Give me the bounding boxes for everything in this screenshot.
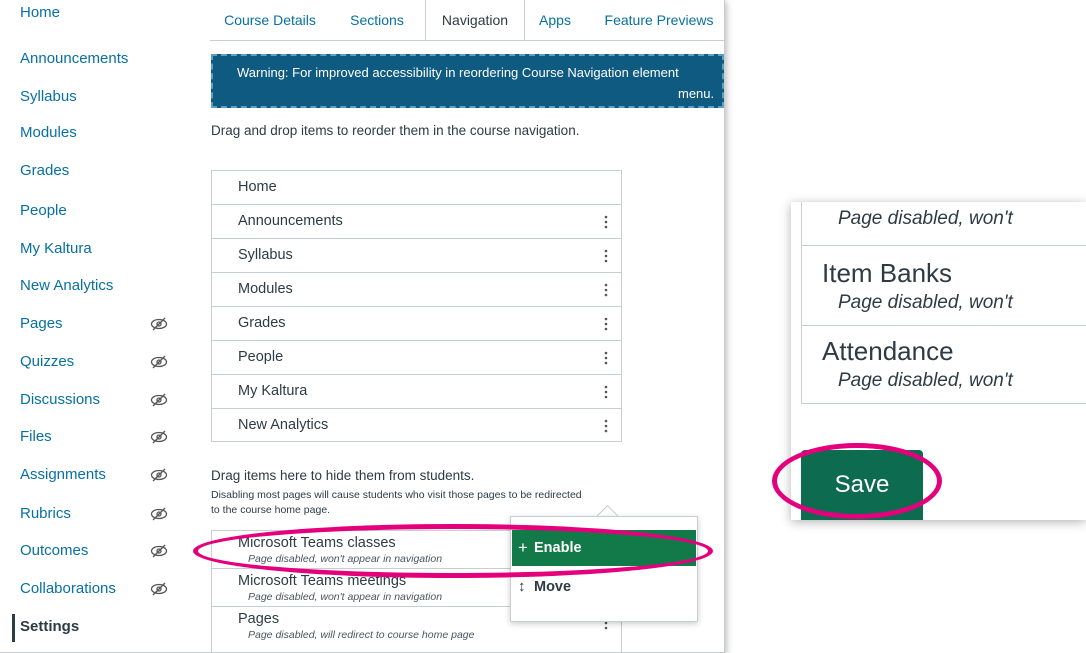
hidden-item-status: Page disabled, won't appear in navigatio… — [248, 553, 443, 565]
hidden-section-note: Disabling most pages will cause students… — [211, 489, 582, 501]
eye-slash-icon — [150, 468, 168, 482]
tab-course-details[interactable]: Course Details — [214, 0, 326, 40]
zoomed-row-status: Page disabled, won't — [838, 370, 1013, 391]
zoomed-row-label: Item Banks — [822, 258, 953, 288]
nav-item-modules[interactable]: Modules — [212, 273, 621, 307]
tab-apps[interactable]: Apps — [530, 0, 580, 40]
enable-menu-item[interactable]: + Enable — [512, 530, 696, 566]
nav-item-people[interactable]: People — [212, 341, 621, 375]
sidebar-item-pages[interactable]: Pages — [20, 309, 63, 339]
zoomed-save-panel: Page disabled, won't Item Banks Page dis… — [791, 202, 1086, 520]
move-arrows-icon: ↕ — [518, 578, 526, 595]
nav-item-label: People — [238, 349, 284, 365]
warning-text: Warning: For improved accessibility in r… — [237, 65, 679, 80]
item-options-menu: + Enable ↕ Move — [510, 516, 698, 622]
eye-slash-icon — [150, 317, 168, 331]
save-button[interactable]: Save — [801, 450, 923, 520]
sidebar-item-files[interactable]: Files — [20, 422, 52, 452]
sidebar-item-announcements[interactable]: Announcements — [20, 44, 128, 74]
nav-item-my-kaltura[interactable]: My Kaltura — [212, 375, 621, 409]
tab-feature-previews[interactable]: Feature Previews — [594, 0, 724, 40]
tab-navigation[interactable]: Navigation — [425, 0, 525, 41]
nav-item-grades[interactable]: Grades — [212, 307, 621, 341]
sidebar-item-quizzes[interactable]: Quizzes — [20, 347, 74, 377]
zoomed-hidden-list: Page disabled, won't Item Banks Page dis… — [801, 202, 1086, 404]
course-navigation-sidebar: Home Announcements Syllabus Modules Grad… — [0, 0, 200, 652]
nav-item-label: Announcements — [238, 213, 343, 229]
nav-item-new-analytics[interactable]: New Analytics — [212, 409, 621, 443]
eye-slash-icon — [150, 393, 168, 407]
sidebar-item-my-kaltura[interactable]: My Kaltura — [20, 234, 92, 264]
sidebar-item-modules[interactable]: Modules — [20, 118, 77, 148]
tab-sections[interactable]: Sections — [336, 0, 418, 40]
zoomed-row-status: Page disabled, won't — [838, 208, 1013, 229]
sidebar-item-outcomes[interactable]: Outcomes — [20, 536, 88, 566]
kebab-menu-icon[interactable] — [598, 282, 614, 298]
sidebar-item-assignments[interactable]: Assignments — [20, 460, 106, 490]
sidebar-item-rubrics[interactable]: Rubrics — [20, 499, 71, 529]
hidden-item-label: Microsoft Teams classes — [238, 535, 396, 551]
hidden-item-status: Page disabled, won't appear in navigatio… — [248, 591, 443, 603]
kebab-menu-icon[interactable] — [598, 248, 614, 264]
sidebar-item-discussions[interactable]: Discussions — [20, 385, 100, 415]
hidden-item-label: Microsoft Teams meetings — [238, 573, 407, 589]
eye-slash-icon — [150, 507, 168, 521]
zoomed-row-item-banks[interactable]: Item Banks Page disabled, won't — [802, 246, 1086, 326]
zoomed-row-label: Attendance — [822, 336, 954, 366]
kebab-menu-icon[interactable] — [598, 316, 614, 332]
kebab-menu-icon[interactable] — [598, 214, 614, 230]
kebab-menu-icon[interactable] — [598, 384, 614, 400]
kebab-menu-icon[interactable] — [598, 350, 614, 366]
sidebar-item-settings[interactable]: Settings — [20, 612, 79, 642]
nav-item-announcements[interactable]: Announcements — [212, 205, 621, 239]
eye-slash-icon — [150, 430, 168, 444]
hidden-item-label: Pages — [238, 611, 280, 627]
course-settings-screenshot: Home Announcements Syllabus Modules Grad… — [0, 0, 725, 653]
zoomed-row-partial: Page disabled, won't — [802, 202, 1086, 246]
tab-divider — [210, 40, 724, 41]
enabled-nav-list: Home Announcements Syllabus Modules Grad… — [211, 170, 622, 442]
zoomed-row-status: Page disabled, won't — [838, 292, 1013, 313]
eye-slash-icon — [150, 582, 168, 596]
kebab-menu-icon[interactable] — [598, 418, 614, 434]
plus-icon: + — [518, 538, 528, 557]
nav-item-label: My Kaltura — [238, 383, 308, 399]
nav-item-label: Home — [238, 179, 277, 195]
nav-item-label: Grades — [238, 315, 286, 331]
eye-slash-icon — [150, 544, 168, 558]
nav-item-home[interactable]: Home — [212, 171, 621, 205]
zoomed-row-attendance[interactable]: Attendance Page disabled, won't — [802, 326, 1086, 404]
active-indicator — [12, 614, 15, 642]
reorder-instructions: Drag and drop items to reorder them in t… — [211, 123, 580, 138]
sidebar-item-new-analytics[interactable]: New Analytics — [20, 271, 113, 301]
sidebar-item-collaborations[interactable]: Collaborations — [20, 574, 116, 604]
enable-label: Enable — [534, 540, 582, 556]
hidden-section-note-continued: to the course home page. — [211, 504, 331, 516]
warning-text-continued: menu. — [678, 86, 715, 101]
move-menu-item[interactable]: ↕ Move — [512, 569, 696, 605]
nav-item-label: Syllabus — [238, 247, 293, 263]
eye-slash-icon — [150, 355, 168, 369]
sidebar-item-home[interactable]: Home — [20, 0, 60, 28]
nav-item-label: Modules — [238, 281, 293, 297]
nav-item-syllabus[interactable]: Syllabus — [212, 239, 621, 273]
sidebar-item-grades[interactable]: Grades — [20, 156, 69, 186]
sidebar-item-syllabus[interactable]: Syllabus — [20, 82, 77, 112]
nav-item-label: New Analytics — [238, 417, 329, 433]
hidden-item-status: Page disabled, will redirect to course h… — [248, 629, 475, 641]
hidden-section-title: Drag items here to hide them from studen… — [211, 468, 475, 483]
sidebar-item-people[interactable]: People — [20, 196, 67, 226]
accessibility-warning-banner: Warning: For improved accessibility in r… — [211, 54, 724, 108]
move-label: Move — [534, 579, 572, 595]
